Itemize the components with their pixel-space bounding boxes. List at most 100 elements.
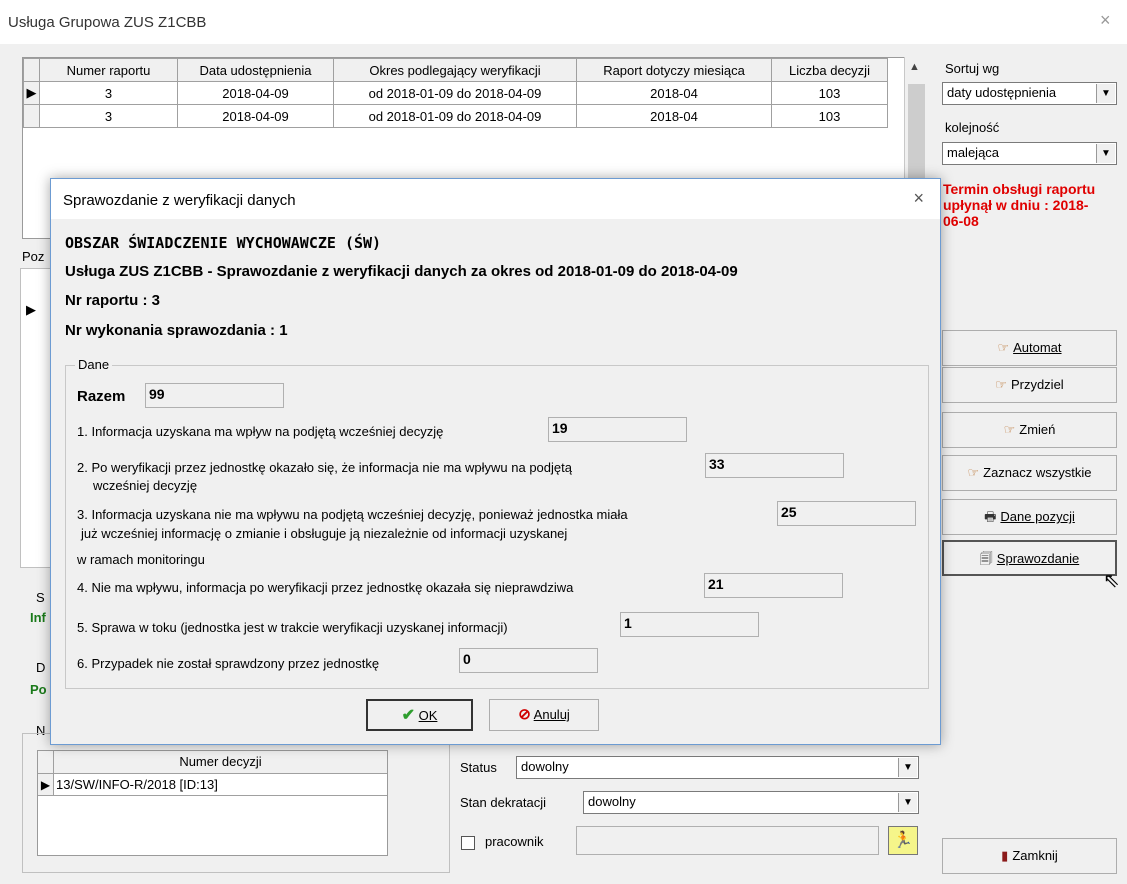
table-cell: 103 xyxy=(771,104,888,128)
positions-grid[interactable] xyxy=(20,268,52,568)
total-label: Razem xyxy=(77,388,126,405)
item-3-value: 25 xyxy=(777,501,916,526)
order-select-value: malejąca xyxy=(947,145,1000,160)
przydziel-button-label: Przydziel xyxy=(1010,377,1064,392)
scroll-thumb[interactable] xyxy=(908,84,925,192)
item-4-text: 4. Nie ma wpływu, informacja po weryfika… xyxy=(77,580,574,595)
automat-button[interactable]: ☞ Automat xyxy=(942,330,1117,366)
automat-button-label: Automat xyxy=(1013,340,1062,355)
item-6-text: 6. Przypadek nie został sprawdzony przez… xyxy=(77,656,380,671)
sort-label: Sortuj wg xyxy=(945,61,1000,76)
table-row[interactable]: ▶ 3 2018-04-09 od 2018-01-09 do 2018-04-… xyxy=(23,81,888,105)
table-cell: od 2018-01-09 do 2018-04-09 xyxy=(333,81,577,105)
status-select-value: dowolny xyxy=(521,759,569,774)
col-header-miesiac[interactable]: Raport dotyczy miesiąca xyxy=(576,58,772,82)
table-cell: 3 xyxy=(39,104,178,128)
total-value: 99 xyxy=(145,383,284,408)
col-header-okres[interactable]: Okres podlegający weryfikacji xyxy=(333,58,577,82)
item-5-text: 5. Sprawa w toku (jednostka jest w trakc… xyxy=(77,620,508,635)
report-icon: 🗐 xyxy=(979,551,993,566)
pracownik-label: pracownik xyxy=(485,834,544,849)
pointing-hand-icon: ☞ xyxy=(997,340,1010,355)
s-group-label: S xyxy=(36,590,45,605)
zaznacz-wszystkie-button[interactable]: ☞ Zaznacz wszystkie xyxy=(942,455,1117,491)
execution-number: Nr wykonania sprawozdania : 1 xyxy=(65,322,288,339)
stan-dekratacji-select-value: dowolny xyxy=(588,794,636,809)
table-cell: 2018-04-09 xyxy=(177,104,334,128)
window-title: Usługa Grupowa ZUS Z1CBB xyxy=(8,14,207,31)
item-1-text: 1. Informacja uzyskana ma wpływ na podję… xyxy=(77,424,444,439)
col-header-data[interactable]: Data udostępnienia xyxy=(177,58,334,82)
table-row[interactable]: 3 2018-04-09 od 2018-01-09 do 2018-04-09… xyxy=(23,104,888,128)
mouse-cursor-icon: ⇖ xyxy=(1103,570,1120,592)
pracownik-field[interactable] xyxy=(576,826,879,855)
dane-button-label: Dane pozycji xyxy=(1000,509,1075,524)
chevron-down-icon[interactable]: ▼ xyxy=(1096,84,1115,103)
pointing-hand-icon: ☞ xyxy=(1003,422,1016,437)
przydziel-button[interactable]: ☞ Przydziel xyxy=(942,367,1117,403)
stan-dekratacji-label: Stan dekratacji xyxy=(460,795,546,810)
col-header-numer-decyzji[interactable]: Numer decyzji xyxy=(54,751,387,773)
decisions-grid[interactable]: Numer decyzji ▶ 13/SW/INFO-R/2018 [ID:13… xyxy=(37,750,388,856)
sprawozdanie-button-label: Sprawozdanie xyxy=(996,551,1080,566)
status-select[interactable]: dowolny ▼ xyxy=(516,756,919,779)
zmien-button[interactable]: ☞ Zmień xyxy=(942,412,1117,448)
decision-info-text: Po xyxy=(30,682,47,697)
chevron-down-icon[interactable]: ▼ xyxy=(898,758,917,777)
positions-label: Poz xyxy=(22,249,45,264)
current-row-marker-icon: ▶ xyxy=(23,81,40,105)
chevron-down-icon[interactable]: ▼ xyxy=(1096,144,1115,163)
zamknij-button[interactable]: ▮ Zamknij xyxy=(942,838,1117,874)
dialog-subheading: Usługa ZUS Z1CBB - Sprawozdanie z weryfi… xyxy=(65,263,738,280)
zmien-button-label: Zmień xyxy=(1019,422,1056,437)
reports-table: Numer raportu Data udostępnienia Okres p… xyxy=(23,58,888,128)
report-number: Nr raportu : 3 xyxy=(65,292,161,309)
ok-button-label: OK xyxy=(418,708,438,723)
window-close-icon[interactable]: × xyxy=(1100,10,1111,31)
scroll-up-icon[interactable]: ▲ xyxy=(909,61,920,73)
decisions-header-row: Numer decyzji xyxy=(38,751,387,774)
pointing-hand-icon: ☞ xyxy=(967,465,980,480)
table-cell: od 2018-01-09 do 2018-04-09 xyxy=(333,104,577,128)
sort-select-value: daty udostępnienia xyxy=(947,85,1057,100)
table-cell: 103 xyxy=(771,81,888,105)
dane-pozycji-button[interactable]: 🖶 Dane pozycji xyxy=(942,499,1117,535)
table-row[interactable]: ▶ 13/SW/INFO-R/2018 [ID:13] xyxy=(38,774,387,796)
current-row-marker-icon: ▶ xyxy=(38,774,54,795)
item-2-value: 33 xyxy=(705,453,844,478)
pracownik-search-button[interactable]: 🏃 xyxy=(888,826,918,855)
item-5-value: 1 xyxy=(620,612,759,637)
dialog-heading: OBSZAR ŚWIADCZENIE WYCHOWAWCZE (ŚW) xyxy=(65,234,382,252)
check-icon: ✔ xyxy=(401,707,415,724)
status-label: Status xyxy=(460,760,497,775)
table-cell: 3 xyxy=(39,81,178,105)
col-header-numer-raportu[interactable]: Numer raportu xyxy=(39,58,178,82)
stan-dekratacji-select[interactable]: dowolny ▼ xyxy=(583,791,919,814)
decision-number-cell: 13/SW/INFO-R/2018 [ID:13] xyxy=(56,777,218,792)
item-3-text: 3. Informacja uzyskana nie ma wpływu na … xyxy=(77,507,628,522)
current-row-marker-icon: ▶ xyxy=(26,302,36,317)
dialog-title: Sprawozdanie z weryfikacji danych xyxy=(63,192,296,209)
table-cell: 2018-04 xyxy=(576,104,772,128)
d-group-label: D xyxy=(36,660,46,675)
close-icon[interactable]: × xyxy=(913,188,924,209)
dialog-title-bar: Sprawozdanie z weryfikacji danych × xyxy=(51,179,940,219)
table-header-row: Numer raportu Data udostępnienia Okres p… xyxy=(23,58,888,82)
order-label: kolejność xyxy=(945,120,1000,135)
table-cell: 2018-04 xyxy=(576,81,772,105)
item-1-value: 19 xyxy=(548,417,687,442)
col-header-liczba[interactable]: Liczba decyzji xyxy=(771,58,888,82)
chevron-down-icon[interactable]: ▼ xyxy=(898,793,917,812)
door-icon: ▮ xyxy=(1001,848,1009,863)
item-3-text-cont: już wcześniej informację o zmianie i obs… xyxy=(81,526,568,541)
zaznacz-button-label: Zaznacz wszystkie xyxy=(983,465,1092,480)
order-select[interactable]: malejąca ▼ xyxy=(942,142,1117,165)
item-2-text: 2. Po weryfikacji przez jednostkę okazał… xyxy=(77,460,572,475)
cancel-button[interactable]: ⊘ Anuluj xyxy=(489,699,599,731)
row-selector-header xyxy=(38,751,54,773)
sort-select[interactable]: daty udostępnienia ▼ xyxy=(942,82,1117,105)
ok-button[interactable]: ✔ OK xyxy=(366,699,473,731)
sprawozdanie-button[interactable]: 🗐 Sprawozdanie xyxy=(942,540,1117,576)
pracownik-checkbox[interactable] xyxy=(461,836,475,850)
running-man-icon: 🏃 xyxy=(893,832,913,849)
